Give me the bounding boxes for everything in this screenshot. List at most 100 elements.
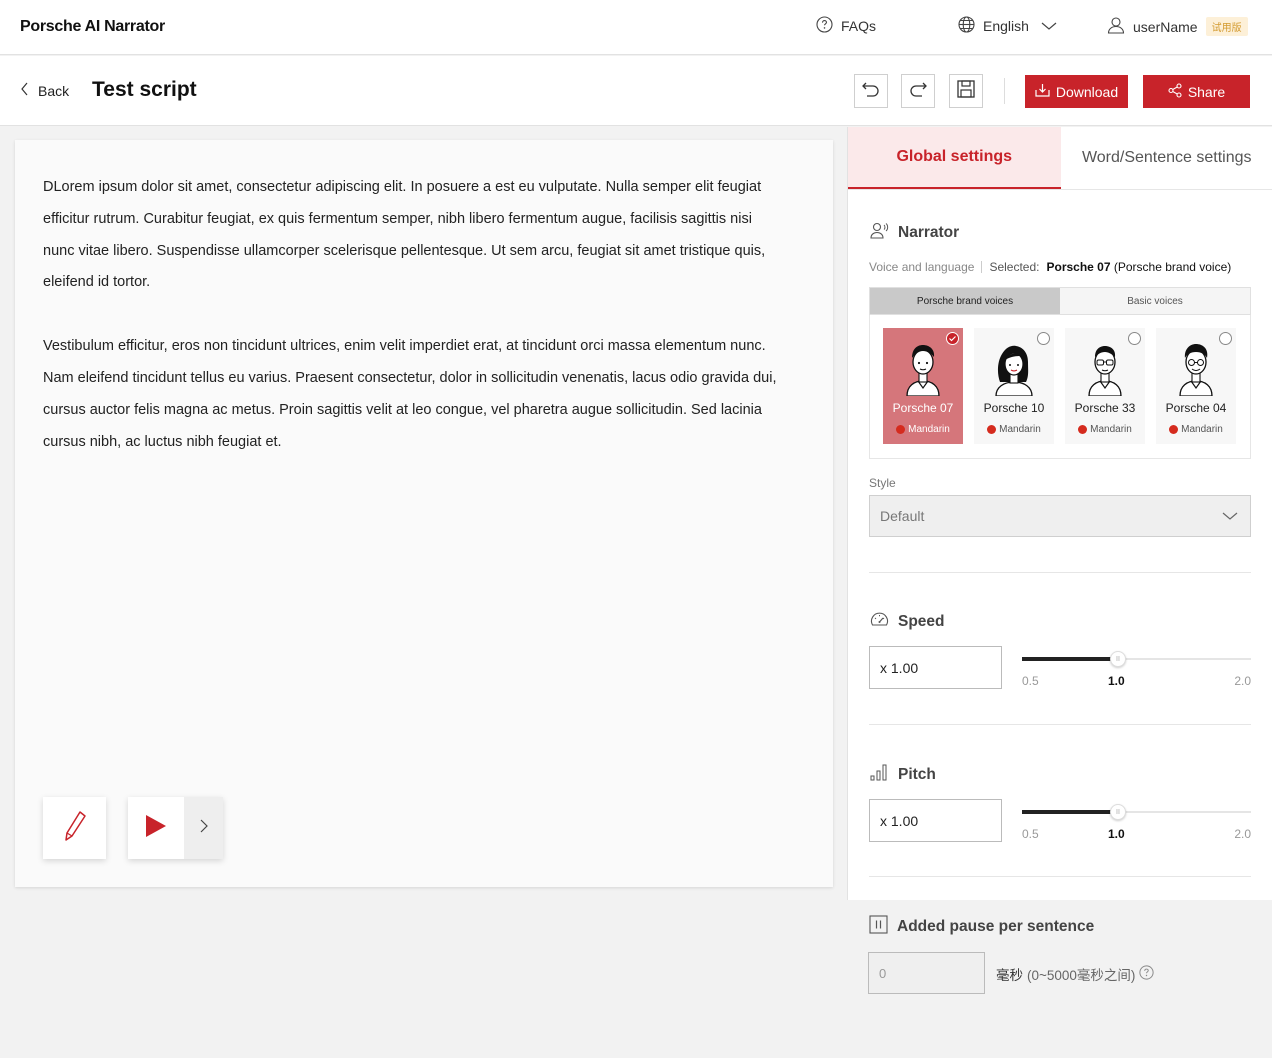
- play-control: [128, 797, 223, 859]
- pause-unit: 毫秒 (0~5000毫秒之间): [996, 964, 1155, 984]
- tab-basic-voices[interactable]: Basic voices: [1060, 288, 1250, 314]
- play-icon: [145, 814, 167, 843]
- selected-voice-note: (Porsche brand voice): [1113, 260, 1232, 274]
- narrator-title: Narrator: [898, 224, 960, 241]
- username-label: userName: [1133, 18, 1198, 35]
- chevron-down-icon: [1041, 18, 1057, 34]
- voice-name: Porsche 10: [983, 401, 1045, 415]
- app-brand[interactable]: Porsche AI Narrator: [20, 18, 165, 36]
- pencil-icon: [63, 810, 87, 847]
- slider-fill: [1022, 657, 1118, 661]
- voice-card-porsche-10[interactable]: Porsche 10 Mandarin: [974, 328, 1054, 444]
- pause-range-label: (0~5000毫秒之间): [1027, 968, 1136, 983]
- pause-input[interactable]: 0: [868, 952, 985, 994]
- section-divider: [869, 876, 1251, 877]
- china-flag-icon: [896, 425, 906, 434]
- slider-min-label: 0.5: [1022, 674, 1039, 688]
- tab-global-settings[interactable]: Global settings: [848, 127, 1061, 189]
- user-icon: [1107, 16, 1125, 37]
- script-editor[interactable]: DLorem ipsum dolor sit amet, consectetur…: [15, 140, 833, 887]
- download-icon: [1035, 83, 1050, 100]
- slider-mid-label: 1.0: [1108, 827, 1125, 841]
- slider-max-label: 2.0: [1234, 827, 1251, 841]
- style-select[interactable]: Default: [869, 495, 1251, 537]
- speed-slider[interactable]: II 0.5 1.0 2.0: [1022, 649, 1251, 689]
- voice-language-label: Mandarin: [1090, 424, 1132, 435]
- pitch-title: Pitch: [898, 766, 936, 783]
- voice-name: Porsche 07: [892, 401, 954, 415]
- back-button[interactable]: Back: [20, 82, 69, 99]
- script-text[interactable]: DLorem ipsum dolor sit amet, consectetur…: [43, 172, 783, 490]
- edit-button[interactable]: [43, 797, 106, 859]
- selected-label: Selected:: [989, 260, 1040, 274]
- pause-unit-label: 毫秒: [996, 968, 1023, 983]
- speed-title: Speed: [898, 613, 945, 630]
- language-selector[interactable]: English: [958, 16, 1057, 36]
- undo-icon: [861, 80, 881, 103]
- pitch-slider[interactable]: II 0.5 1.0 2.0: [1022, 802, 1251, 842]
- narrator-icon: [870, 222, 889, 244]
- speedometer-icon: [870, 611, 889, 633]
- slider-thumb[interactable]: II: [1110, 804, 1126, 820]
- slider-thumb[interactable]: II: [1110, 651, 1126, 667]
- globe-icon: [958, 16, 975, 36]
- voice-language-label: Voice and language: [869, 260, 975, 274]
- voice-card-porsche-04[interactable]: Porsche 04 Mandarin: [1156, 328, 1236, 444]
- save-button[interactable]: [949, 74, 983, 108]
- meta-divider: [981, 261, 983, 273]
- tab-brand-voices[interactable]: Porsche brand voices: [870, 288, 1060, 314]
- slider-min-label: 0.5: [1022, 827, 1039, 841]
- download-button[interactable]: Download: [1025, 75, 1128, 108]
- page-title: Test script: [92, 78, 197, 101]
- voice-card-porsche-33[interactable]: Porsche 33 Mandarin: [1065, 328, 1145, 444]
- back-label: Back: [38, 82, 70, 99]
- pitch-bars-icon: [870, 764, 889, 786]
- voice-language-label: Mandarin: [1181, 424, 1223, 435]
- china-flag-icon: [1169, 425, 1179, 434]
- speed-input[interactable]: x 1.00: [869, 646, 1002, 689]
- redo-icon: [908, 80, 928, 103]
- voice-language-meta: Voice and language Selected: Porsche 07 …: [869, 260, 1231, 274]
- undo-button[interactable]: [854, 74, 888, 108]
- trial-badge: 试用版: [1205, 17, 1248, 36]
- share-icon: [1168, 82, 1182, 101]
- voice-language: Mandarin: [974, 424, 1054, 435]
- tab-word-sentence-settings[interactable]: Word/Sentence settings: [1061, 127, 1272, 189]
- settings-tabs: Global settings Word/Sentence settings: [848, 127, 1272, 190]
- play-button[interactable]: [128, 797, 184, 859]
- voice-list: Porsche 07 Mandarin Porsche 10 Mandarin: [869, 315, 1251, 459]
- slider-mid-label: 1.0: [1108, 674, 1125, 688]
- voice-language: Mandarin: [883, 424, 963, 435]
- slider-max-label: 2.0: [1234, 674, 1251, 688]
- download-label: Download: [1055, 83, 1119, 100]
- play-options-button[interactable]: [184, 797, 223, 859]
- script-paragraph[interactable]: DLorem ipsum dolor sit amet, consectetur…: [43, 172, 783, 299]
- faqs-link[interactable]: FAQs: [816, 16, 876, 36]
- voice-language: Mandarin: [1065, 424, 1145, 435]
- help-circle-icon[interactable]: [1139, 965, 1155, 983]
- pitch-input[interactable]: x 1.00: [869, 799, 1002, 842]
- pause-heading: Added pause per sentence: [869, 915, 1094, 939]
- chevron-down-icon: [1222, 508, 1238, 524]
- script-paragraph[interactable]: Vestibulum efficitur, eros non tincidunt…: [43, 331, 783, 458]
- redo-button[interactable]: [901, 74, 935, 108]
- language-label: English: [983, 18, 1029, 34]
- voice-card-porsche-07[interactable]: Porsche 07 Mandarin: [883, 328, 963, 444]
- faqs-label: FAQs: [841, 18, 877, 34]
- user-menu[interactable]: userName 试用版: [1107, 16, 1248, 37]
- selected-voice-name: Porsche 07: [1046, 260, 1111, 274]
- share-button[interactable]: Share: [1143, 75, 1250, 108]
- avatar: [1170, 338, 1222, 397]
- voice-language-label: Mandarin: [999, 424, 1041, 435]
- voice-type-tabs: Porsche brand voices Basic voices: [869, 287, 1251, 315]
- help-circle-icon: [816, 16, 833, 36]
- voice-name: Porsche 04: [1165, 401, 1227, 415]
- chevron-right-icon: [200, 819, 208, 838]
- narrator-heading: Narrator: [870, 222, 959, 244]
- chevron-left-icon: [20, 82, 30, 99]
- pause-icon: [869, 915, 888, 939]
- save-icon: [956, 79, 976, 104]
- pause-title: Added pause per sentence: [897, 918, 1095, 935]
- slider-fill: [1022, 810, 1118, 814]
- speed-heading: Speed: [870, 611, 945, 633]
